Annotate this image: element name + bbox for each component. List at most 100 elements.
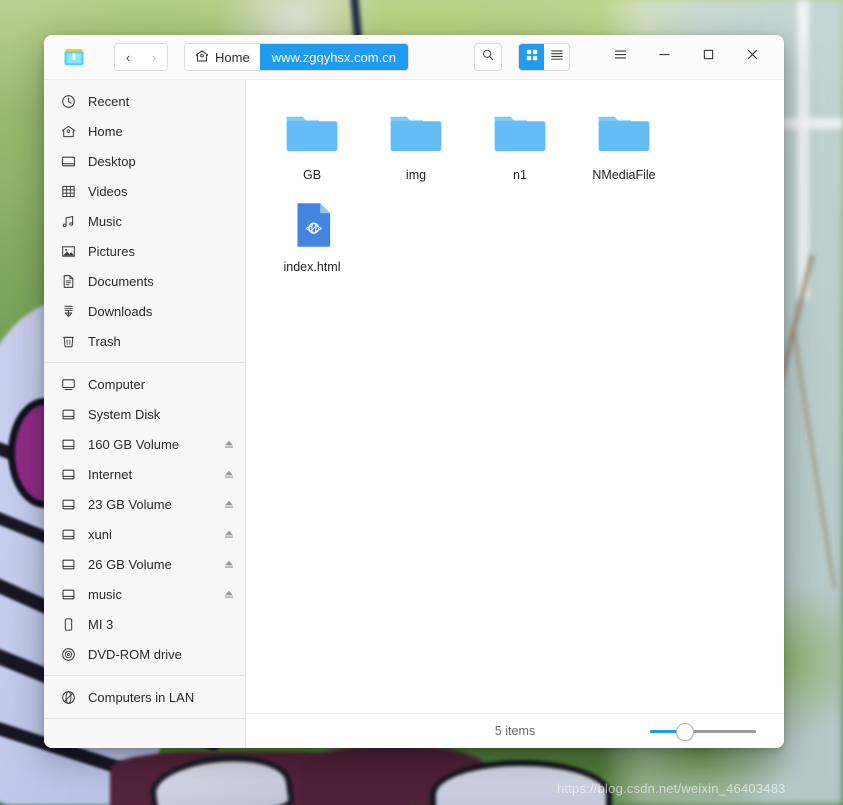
monitor-icon xyxy=(60,376,76,392)
file-label: NMediaFile xyxy=(592,168,656,182)
search-button[interactable] xyxy=(474,43,502,71)
sidebar-label: music xyxy=(88,586,122,602)
sidebar-item-dvd-rom-drive[interactable]: DVD-ROM drive xyxy=(44,639,245,669)
eject-icon[interactable] xyxy=(223,438,235,450)
sidebar-item-videos[interactable]: Videos xyxy=(44,176,245,206)
sidebar-label: Videos xyxy=(88,183,128,199)
sidebar-item-mi-3[interactable]: MI 3 xyxy=(44,609,245,639)
eject-icon[interactable] xyxy=(223,558,235,570)
sidebar-divider xyxy=(44,675,245,676)
window-body: Recent Home Desktop Videos Music Picture… xyxy=(44,80,784,748)
list-view-button[interactable] xyxy=(544,44,569,70)
eject-icon[interactable] xyxy=(223,528,235,540)
sidebar-item-160gb-volume[interactable]: 160 GB Volume xyxy=(44,429,245,459)
eject-icon[interactable] xyxy=(223,468,235,480)
sidebar-item-music[interactable]: Music xyxy=(44,206,245,236)
zoom-slider[interactable] xyxy=(650,723,756,741)
sidebar-label: Documents xyxy=(88,273,154,289)
list-view-icon xyxy=(550,48,564,67)
drive-icon xyxy=(60,466,76,482)
disc-icon xyxy=(60,646,76,662)
image-icon xyxy=(60,243,76,259)
file-item[interactable]: NMediaFile xyxy=(572,98,676,190)
sidebar-label: Computers in LAN xyxy=(88,689,195,705)
minimize-button[interactable] xyxy=(650,43,678,71)
file-item[interactable]: < > index.html xyxy=(260,190,364,282)
sidebar-item-home[interactable]: Home xyxy=(44,116,245,146)
sidebar-item-computers-in-lan[interactable]: Computers in LAN xyxy=(44,682,245,712)
drive-icon xyxy=(60,406,76,422)
sidebar-item-documents[interactable]: Documents xyxy=(44,266,245,296)
titlebar-right-controls xyxy=(474,35,784,79)
sidebar-label: Internet xyxy=(88,466,133,482)
sidebar-label: MI 3 xyxy=(88,616,114,632)
breadcrumb-item-current[interactable]: www.zgqyhsx.com.cn xyxy=(259,44,408,70)
breadcrumb: Home www.zgqyhsx.com.cn xyxy=(184,43,409,71)
download-icon xyxy=(60,303,76,319)
sidebar-label: Home xyxy=(88,123,123,139)
sidebar-item-music-drive[interactable]: music xyxy=(44,579,245,609)
clock-icon xyxy=(60,93,76,109)
phone-icon xyxy=(60,616,76,632)
sidebar-item-trash[interactable]: Trash xyxy=(44,326,245,356)
sidebar-divider xyxy=(44,362,245,363)
sidebar-label: xuni xyxy=(88,526,112,542)
sidebar-item-pictures[interactable]: Pictures xyxy=(44,236,245,266)
home-icon xyxy=(195,49,209,66)
folder-icon xyxy=(488,104,552,162)
sidebar-label: 160 GB Volume xyxy=(88,436,180,452)
sidebar-label: Pictures xyxy=(88,243,135,259)
file-grid[interactable]: GB img n1 NMediaFile < > index.html xyxy=(246,80,784,713)
item-count-label: 5 items xyxy=(494,724,536,738)
maximize-icon xyxy=(701,47,716,67)
sidebar-label: Desktop xyxy=(88,153,136,169)
drive-icon xyxy=(60,496,76,512)
close-icon xyxy=(745,47,760,67)
sidebar-item-internet[interactable]: Internet xyxy=(44,459,245,489)
sidebar-item-26gb-volume[interactable]: 26 GB Volume xyxy=(44,549,245,579)
minimize-icon xyxy=(657,47,672,67)
grid-view-button[interactable] xyxy=(519,44,544,70)
sidebar-item-recent[interactable]: Recent xyxy=(44,86,245,116)
eject-icon[interactable] xyxy=(223,588,235,600)
navigation-buttons: ‹ › xyxy=(114,43,168,71)
sidebar-label: Computer xyxy=(88,376,146,392)
sidebar-divider xyxy=(44,718,245,719)
search-icon xyxy=(481,48,495,67)
music-note-icon xyxy=(60,213,76,229)
sidebar-item-xuni[interactable]: xuni xyxy=(44,519,245,549)
sidebar-label: 26 GB Volume xyxy=(88,556,172,572)
folder-icon xyxy=(280,104,344,162)
sidebar-label: DVD-ROM drive xyxy=(88,646,182,662)
forward-button[interactable]: › xyxy=(141,44,167,70)
sidebar-item-downloads[interactable]: Downloads xyxy=(44,296,245,326)
watermark-text: https://blog.csdn.net/weixin_46403483 xyxy=(557,781,786,796)
sidebar-item-system-disk[interactable]: System Disk xyxy=(44,399,245,429)
sidebar-label: Trash xyxy=(88,333,121,349)
file-item[interactable]: n1 xyxy=(468,98,572,190)
sidebar-item-23gb-volume[interactable]: 23 GB Volume xyxy=(44,489,245,519)
eject-icon[interactable] xyxy=(223,498,235,510)
file-label: n1 xyxy=(513,168,527,182)
file-label: index.html xyxy=(283,260,341,274)
sidebar-item-computer[interactable]: Computer xyxy=(44,369,245,399)
back-button[interactable]: ‹ xyxy=(115,44,141,70)
sidebar-label: 23 GB Volume xyxy=(88,496,172,512)
status-bar: 5 items xyxy=(246,713,784,748)
drive-icon xyxy=(60,586,76,602)
zoom-slider-thumb[interactable] xyxy=(676,723,694,741)
breadcrumb-label-home: Home xyxy=(215,49,250,65)
sidebar-item-desktop[interactable]: Desktop xyxy=(44,146,245,176)
breadcrumb-item-home[interactable]: Home xyxy=(185,44,260,70)
menu-button[interactable] xyxy=(606,43,634,71)
sidebar-label: Downloads xyxy=(88,303,153,319)
trash-icon xyxy=(60,333,76,349)
file-item[interactable]: img xyxy=(364,98,468,190)
sidebar-label: Music xyxy=(88,213,122,229)
file-label: GB xyxy=(302,168,322,182)
drive-icon xyxy=(60,526,76,542)
maximize-button[interactable] xyxy=(694,43,722,71)
file-item[interactable]: GB xyxy=(260,98,364,190)
content-area: GB img n1 NMediaFile < > index.html 5 it… xyxy=(246,80,784,748)
close-button[interactable] xyxy=(738,43,766,71)
